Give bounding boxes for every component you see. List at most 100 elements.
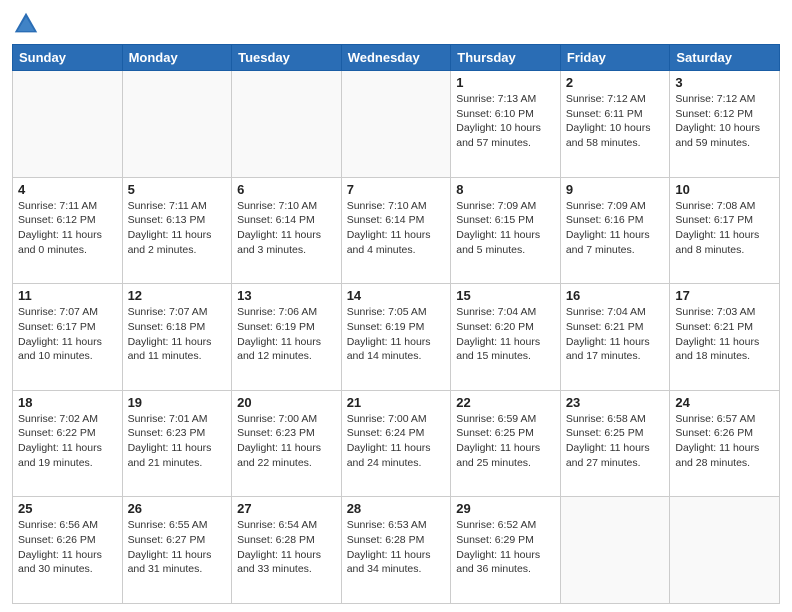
calendar-cell — [232, 71, 342, 178]
day-number: 23 — [566, 395, 665, 410]
day-number: 27 — [237, 501, 336, 516]
calendar-cell: 21Sunrise: 7:00 AM Sunset: 6:24 PM Dayli… — [341, 390, 451, 497]
logo — [12, 10, 44, 38]
calendar-week-row: 4Sunrise: 7:11 AM Sunset: 6:12 PM Daylig… — [13, 177, 780, 284]
day-info: Sunrise: 6:59 AM Sunset: 6:25 PM Dayligh… — [456, 412, 555, 471]
day-of-week-header: Thursday — [451, 45, 561, 71]
calendar-cell: 9 Sunrise: 7:09 AM Sunset: 6:16 PM Daylig… — [560, 177, 670, 284]
day-info: Sunrise: 7:04 AM Sunset: 6:20 PM Dayligh… — [456, 305, 555, 364]
day-info: Sunrise: 6:57 AM Sunset: 6:26 PM Dayligh… — [675, 412, 774, 471]
day-number: 8 — [456, 182, 555, 197]
day-number: 3 — [675, 75, 774, 90]
day-info: Sunrise: 7:06 AM Sunset: 6:19 PM Dayligh… — [237, 305, 336, 364]
day-info: Sunrise: 7:02 AM Sunset: 6:22 PM Dayligh… — [18, 412, 117, 471]
day-info: Sunrise: 7:04 AM Sunset: 6:21 PM Dayligh… — [566, 305, 665, 364]
calendar-cell: 22 Sunrise: 6:59 AM Sunset: 6:25 PM Dayli… — [451, 390, 561, 497]
calendar-cell: 29 Sunrise: 6:52 AM Sunset: 6:29 PM Dayli… — [451, 497, 561, 604]
calendar-week-row: 25 Sunrise: 6:56 AM Sunset: 6:26 PM Dayli… — [13, 497, 780, 604]
day-info: Sunrise: 7:10 AM Sunset: 6:14 PM Dayligh… — [347, 199, 446, 258]
calendar-cell: 4Sunrise: 7:11 AM Sunset: 6:12 PM Daylig… — [13, 177, 123, 284]
day-info: Sunrise: 6:56 AM Sunset: 6:26 PM Dayligh… — [18, 518, 117, 577]
calendar-cell: 27 Sunrise: 6:54 AM Sunset: 6:28 PM Dayli… — [232, 497, 342, 604]
day-of-week-header: Sunday — [13, 45, 123, 71]
calendar-header-row: SundayMondayTuesdayWednesdayThursdayFrid… — [13, 45, 780, 71]
day-number: 24 — [675, 395, 774, 410]
day-info: Sunrise: 7:12 AM Sunset: 6:12 PM Dayligh… — [675, 92, 774, 151]
calendar-cell — [122, 71, 232, 178]
calendar-cell: 18 Sunrise: 7:02 AM Sunset: 6:22 PM Dayli… — [13, 390, 123, 497]
day-info: Sunrise: 7:01 AM Sunset: 6:23 PM Dayligh… — [128, 412, 227, 471]
calendar-cell — [670, 497, 780, 604]
calendar-cell — [341, 71, 451, 178]
calendar-cell: 25 Sunrise: 6:56 AM Sunset: 6:26 PM Dayli… — [13, 497, 123, 604]
day-number: 6 — [237, 182, 336, 197]
calendar-cell: 6 Sunrise: 7:10 AM Sunset: 6:14 PM Daylig… — [232, 177, 342, 284]
calendar-week-row: 1 Sunrise: 7:13 AM Sunset: 6:10 PM Daylig… — [13, 71, 780, 178]
day-number: 28 — [347, 501, 446, 516]
day-number: 16 — [566, 288, 665, 303]
day-number: 22 — [456, 395, 555, 410]
day-number: 13 — [237, 288, 336, 303]
day-info: Sunrise: 6:52 AM Sunset: 6:29 PM Dayligh… — [456, 518, 555, 577]
day-info: Sunrise: 7:07 AM Sunset: 6:17 PM Dayligh… — [18, 305, 117, 364]
day-info: Sunrise: 7:13 AM Sunset: 6:10 PM Dayligh… — [456, 92, 555, 151]
calendar-cell: 8 Sunrise: 7:09 AM Sunset: 6:15 PM Daylig… — [451, 177, 561, 284]
header — [12, 10, 780, 38]
day-info: Sunrise: 7:12 AM Sunset: 6:11 PM Dayligh… — [566, 92, 665, 151]
calendar-cell: 2 Sunrise: 7:12 AM Sunset: 6:11 PM Daylig… — [560, 71, 670, 178]
day-number: 12 — [128, 288, 227, 303]
calendar-cell: 28Sunrise: 6:53 AM Sunset: 6:28 PM Dayli… — [341, 497, 451, 604]
day-info: Sunrise: 7:08 AM Sunset: 6:17 PM Dayligh… — [675, 199, 774, 258]
day-number: 2 — [566, 75, 665, 90]
day-info: Sunrise: 7:05 AM Sunset: 6:19 PM Dayligh… — [347, 305, 446, 364]
day-number: 9 — [566, 182, 665, 197]
calendar-cell: 5Sunrise: 7:11 AM Sunset: 6:13 PM Daylig… — [122, 177, 232, 284]
calendar-cell: 15 Sunrise: 7:04 AM Sunset: 6:20 PM Dayli… — [451, 284, 561, 391]
calendar-cell: 17 Sunrise: 7:03 AM Sunset: 6:21 PM Dayli… — [670, 284, 780, 391]
day-number: 10 — [675, 182, 774, 197]
day-number: 21 — [347, 395, 446, 410]
day-number: 18 — [18, 395, 117, 410]
logo-icon — [12, 10, 40, 38]
day-number: 4 — [18, 182, 117, 197]
day-of-week-header: Tuesday — [232, 45, 342, 71]
day-info: Sunrise: 7:10 AM Sunset: 6:14 PM Dayligh… — [237, 199, 336, 258]
day-number: 26 — [128, 501, 227, 516]
calendar-cell: 23 Sunrise: 6:58 AM Sunset: 6:25 PM Dayli… — [560, 390, 670, 497]
day-of-week-header: Friday — [560, 45, 670, 71]
calendar-week-row: 18 Sunrise: 7:02 AM Sunset: 6:22 PM Dayli… — [13, 390, 780, 497]
calendar-cell: 26 Sunrise: 6:55 AM Sunset: 6:27 PM Dayli… — [122, 497, 232, 604]
calendar-cell: 16 Sunrise: 7:04 AM Sunset: 6:21 PM Dayli… — [560, 284, 670, 391]
day-number: 15 — [456, 288, 555, 303]
day-of-week-header: Saturday — [670, 45, 780, 71]
calendar-week-row: 11Sunrise: 7:07 AM Sunset: 6:17 PM Dayli… — [13, 284, 780, 391]
page: SundayMondayTuesdayWednesdayThursdayFrid… — [0, 0, 792, 612]
calendar-cell: 24 Sunrise: 6:57 AM Sunset: 6:26 PM Dayli… — [670, 390, 780, 497]
day-of-week-header: Wednesday — [341, 45, 451, 71]
day-info: Sunrise: 7:09 AM Sunset: 6:15 PM Dayligh… — [456, 199, 555, 258]
day-info: Sunrise: 6:54 AM Sunset: 6:28 PM Dayligh… — [237, 518, 336, 577]
calendar-cell: 11Sunrise: 7:07 AM Sunset: 6:17 PM Dayli… — [13, 284, 123, 391]
calendar-table: SundayMondayTuesdayWednesdayThursdayFrid… — [12, 44, 780, 604]
day-info: Sunrise: 6:58 AM Sunset: 6:25 PM Dayligh… — [566, 412, 665, 471]
calendar-cell: 19Sunrise: 7:01 AM Sunset: 6:23 PM Dayli… — [122, 390, 232, 497]
calendar-cell — [13, 71, 123, 178]
calendar-cell: 13 Sunrise: 7:06 AM Sunset: 6:19 PM Dayli… — [232, 284, 342, 391]
day-number: 25 — [18, 501, 117, 516]
day-info: Sunrise: 7:09 AM Sunset: 6:16 PM Dayligh… — [566, 199, 665, 258]
calendar-cell: 14 Sunrise: 7:05 AM Sunset: 6:19 PM Dayli… — [341, 284, 451, 391]
day-number: 14 — [347, 288, 446, 303]
day-number: 17 — [675, 288, 774, 303]
day-info: Sunrise: 6:55 AM Sunset: 6:27 PM Dayligh… — [128, 518, 227, 577]
day-number: 29 — [456, 501, 555, 516]
calendar-cell: 10 Sunrise: 7:08 AM Sunset: 6:17 PM Dayli… — [670, 177, 780, 284]
day-info: Sunrise: 7:03 AM Sunset: 6:21 PM Dayligh… — [675, 305, 774, 364]
day-number: 1 — [456, 75, 555, 90]
day-info: Sunrise: 7:11 AM Sunset: 6:13 PM Dayligh… — [128, 199, 227, 258]
calendar-cell: 3 Sunrise: 7:12 AM Sunset: 6:12 PM Daylig… — [670, 71, 780, 178]
day-of-week-header: Monday — [122, 45, 232, 71]
day-number: 20 — [237, 395, 336, 410]
calendar-cell: 1 Sunrise: 7:13 AM Sunset: 6:10 PM Daylig… — [451, 71, 561, 178]
day-info: Sunrise: 7:00 AM Sunset: 6:23 PM Dayligh… — [237, 412, 336, 471]
day-info: Sunrise: 7:07 AM Sunset: 6:18 PM Dayligh… — [128, 305, 227, 364]
